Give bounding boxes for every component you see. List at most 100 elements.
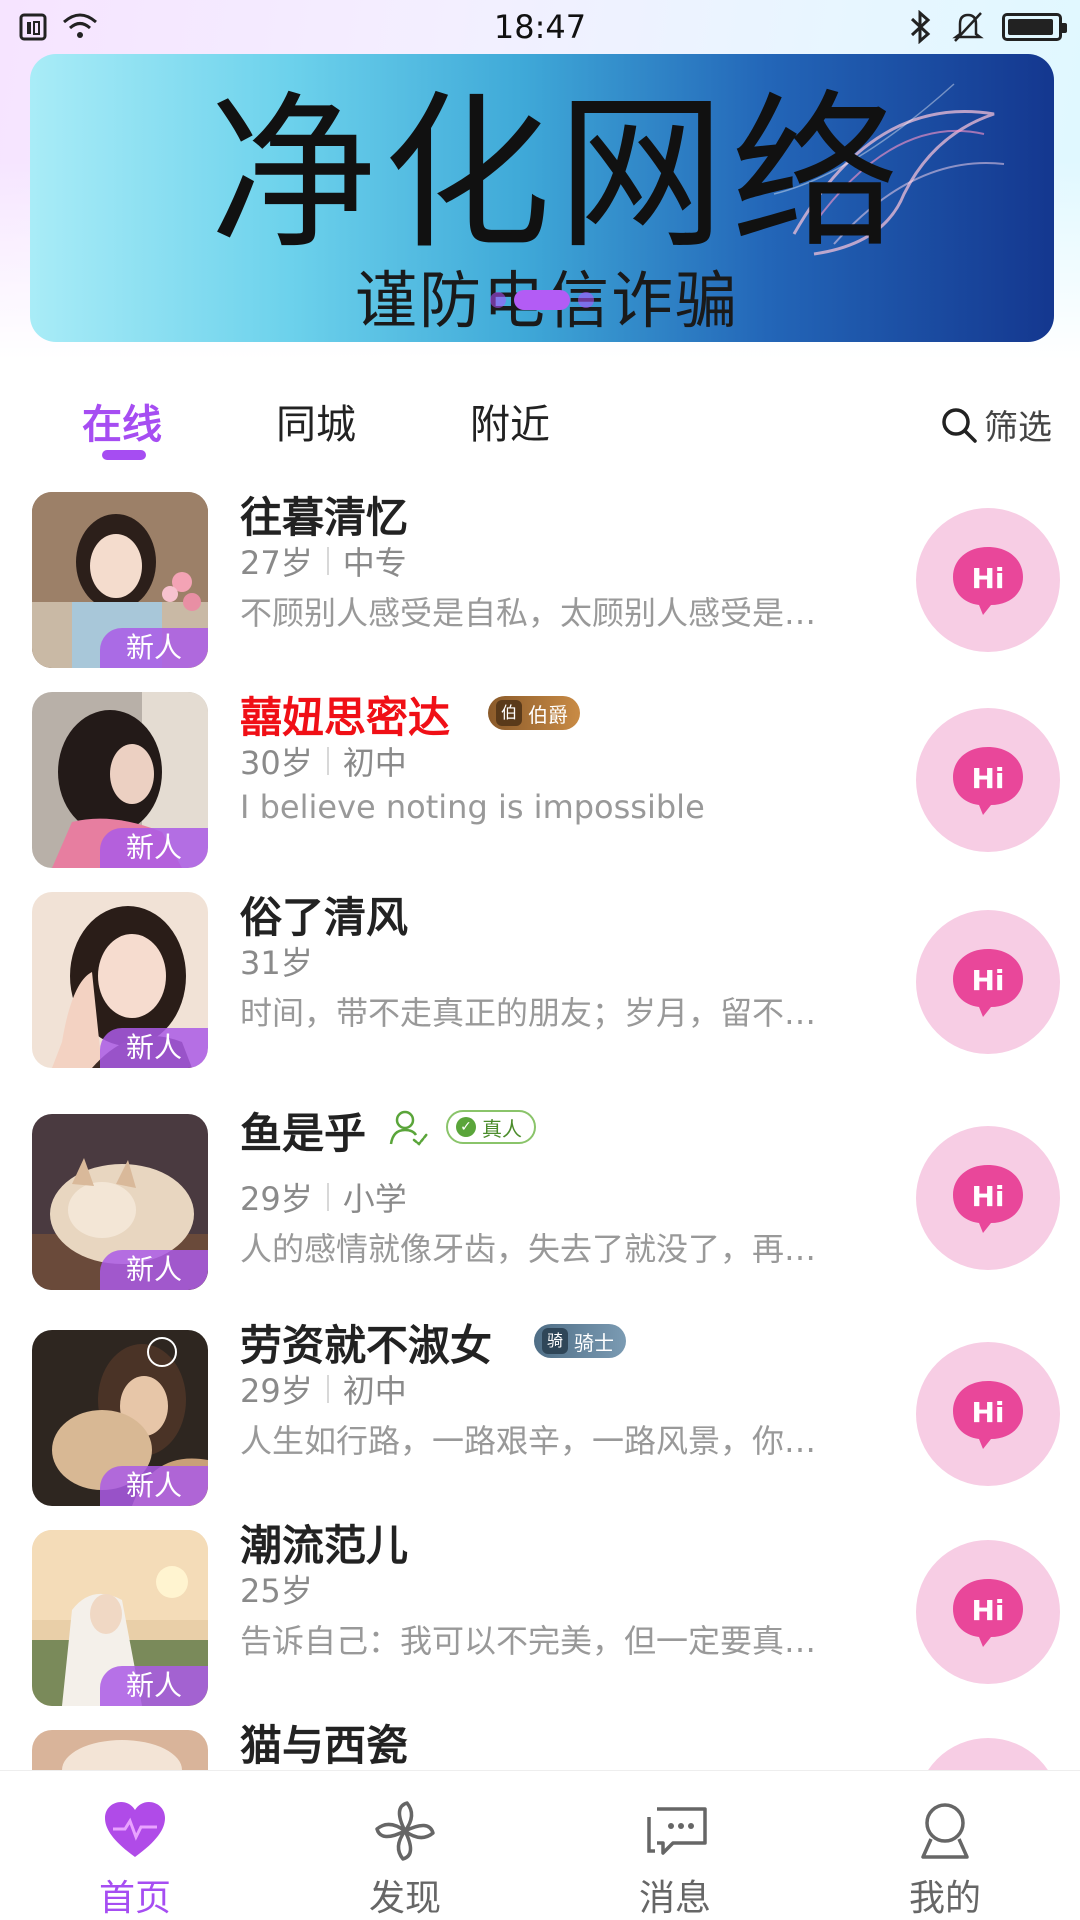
profile-icon: [921, 1803, 969, 1859]
carousel-dot[interactable]: [490, 292, 506, 308]
user-bio: I believe noting is impossible: [240, 788, 705, 826]
svg-text:Hi: Hi: [971, 1396, 1004, 1429]
pinwheel-icon: [375, 1801, 435, 1861]
user-education: 初中: [342, 744, 407, 782]
list-item[interactable]: 猫与西瓷: [0, 1712, 1080, 1772]
tab-online[interactable]: 在线: [82, 392, 162, 450]
new-user-tag: 新人: [100, 628, 208, 668]
verified-person-icon: [389, 1110, 429, 1146]
user-bio: 不顾别人感受是自私，太顾别人感受是…: [240, 594, 817, 632]
divider: [326, 1183, 329, 1211]
user-info: 29岁 初中: [240, 1366, 407, 1412]
tab-nearby[interactable]: 附近: [470, 392, 550, 450]
svg-text:Hi: Hi: [971, 562, 1004, 595]
avatar[interactable]: 新人: [32, 1330, 208, 1506]
badge-shield-icon: 伯: [496, 700, 522, 726]
mute-bell-icon: [952, 12, 984, 42]
user-age: 30岁: [240, 744, 313, 782]
list-item[interactable]: 新人 囍妞思密达 伯 伯爵 30岁 初中 I believe noting is…: [0, 682, 1080, 882]
real-person-badge: ✓ 真人: [446, 1110, 536, 1144]
hi-bubble-icon: Hi: [953, 747, 1023, 815]
nav-messages[interactable]: 消息: [540, 1771, 810, 1920]
new-user-tag: 新人: [100, 1250, 208, 1290]
say-hi-button[interactable]: Hi: [916, 910, 1060, 1054]
user-name: 潮流范儿: [240, 1521, 409, 1570]
user-age: 31岁: [240, 944, 313, 982]
hi-bubble-icon: Hi: [953, 1381, 1023, 1449]
divider: [326, 1375, 329, 1403]
user-age: 29岁: [240, 1180, 313, 1218]
user-list[interactable]: 新人 往暮清忆 27岁 中专 不顾别人感受是自私，太顾别人感受是… Hi 新人 …: [0, 482, 1080, 1772]
say-hi-button[interactable]: Hi: [916, 1342, 1060, 1486]
hi-bubble-icon: Hi: [953, 1579, 1023, 1647]
list-item[interactable]: 新人 潮流范儿 25岁 告诉自己：我可以不完美，但一定要真… Hi: [0, 1512, 1080, 1712]
svg-text:Hi: Hi: [971, 1594, 1004, 1627]
filter-button[interactable]: 筛选: [940, 400, 1052, 449]
avatar[interactable]: 新人: [32, 492, 208, 668]
banner-carousel[interactable]: 净化网络 谨防电信诈骗: [30, 54, 1054, 342]
carousel-dot[interactable]: [578, 292, 594, 308]
user-age: 29岁: [240, 1372, 313, 1410]
user-info: 31岁: [240, 938, 313, 984]
hi-bubble-icon: Hi: [953, 949, 1023, 1017]
chat-icon: [647, 1807, 707, 1855]
user-education: 初中: [342, 1372, 407, 1410]
nav-discover-label: 发现: [368, 1878, 441, 1919]
list-item[interactable]: 新人 鱼是乎 ✓ 真人 29岁 小学 人的感情就像牙齿，失去了就没了，再… Hi: [0, 1094, 1080, 1294]
rank-badge: 伯 伯爵: [488, 696, 580, 730]
list-item[interactable]: 新人 往暮清忆 27岁 中专 不顾别人感受是自私，太顾别人感受是… Hi: [0, 482, 1080, 682]
say-hi-button[interactable]: Hi: [916, 1540, 1060, 1684]
user-name: 往暮清忆: [240, 493, 409, 542]
tab-indicator: [102, 450, 146, 460]
hi-bubble-icon: Hi: [953, 1165, 1023, 1233]
user-education: 小学: [342, 1180, 407, 1218]
real-person-label: 真人: [482, 1116, 522, 1141]
nav-home[interactable]: 首页: [0, 1771, 270, 1920]
status-bar: 18:47: [0, 0, 1080, 54]
nav-profile[interactable]: 我的: [810, 1771, 1080, 1920]
hi-bubble-icon: Hi: [953, 547, 1023, 615]
heart-icon: [105, 1802, 165, 1857]
avatar[interactable]: [32, 1730, 208, 1772]
check-icon: ✓: [456, 1117, 476, 1137]
badge-label: 伯爵: [528, 702, 568, 727]
avatar[interactable]: 新人: [32, 1530, 208, 1706]
say-hi-button[interactable]: Hi: [916, 1126, 1060, 1270]
user-bio: 人的感情就像牙齿，失去了就没了，再…: [240, 1230, 817, 1268]
say-hi-button[interactable]: Hi: [916, 708, 1060, 852]
avatar[interactable]: 新人: [32, 1114, 208, 1290]
badge-shield-icon: 骑: [542, 1328, 568, 1354]
svg-text:Hi: Hi: [971, 964, 1004, 997]
avatar[interactable]: 新人: [32, 692, 208, 868]
search-icon: [942, 407, 977, 443]
say-hi-button[interactable]: [916, 1738, 1060, 1772]
user-info: 30岁 初中: [240, 738, 407, 784]
new-user-tag: 新人: [100, 1666, 208, 1706]
user-name: 劳资就不淑女: [240, 1321, 493, 1370]
user-education: 中专: [342, 544, 407, 582]
avatar-photo: [32, 1730, 208, 1772]
svg-text:Hi: Hi: [971, 762, 1004, 795]
divider: [326, 547, 329, 575]
divider: [326, 747, 329, 775]
avatar[interactable]: 新人: [32, 892, 208, 1068]
list-item[interactable]: 新人 俗了清风 31岁 时间，带不走真正的朋友；岁月，留不… Hi: [0, 882, 1080, 1082]
carousel-dot-active[interactable]: [514, 290, 570, 310]
carousel-dots: [30, 290, 1054, 310]
user-age: 27岁: [240, 544, 313, 582]
user-bio: 人生如行路，一路艰辛，一路风景，你…: [240, 1422, 817, 1460]
list-item[interactable]: 新人 劳资就不淑女 骑 骑士 29岁 初中 人生如行路，一路艰辛，一路风景，你……: [0, 1310, 1080, 1510]
tab-bar: 在线 同城 附近 筛选: [0, 386, 1080, 466]
user-name: 鱼是乎: [240, 1109, 367, 1158]
nav-profile-label: 我的: [908, 1878, 981, 1919]
user-bio: 告诉自己：我可以不完美，但一定要真…: [240, 1622, 817, 1660]
user-name: 囍妞思密达: [240, 693, 451, 742]
new-user-tag: 新人: [100, 1466, 208, 1506]
nav-discover[interactable]: 发现: [270, 1771, 540, 1920]
svg-text:Hi: Hi: [971, 1180, 1004, 1213]
rank-badge: 骑 骑士: [534, 1324, 626, 1358]
say-hi-button[interactable]: Hi: [916, 508, 1060, 652]
tab-same-city[interactable]: 同城: [276, 392, 356, 450]
user-info: 25岁: [240, 1566, 313, 1612]
user-age: 25岁: [240, 1572, 313, 1610]
